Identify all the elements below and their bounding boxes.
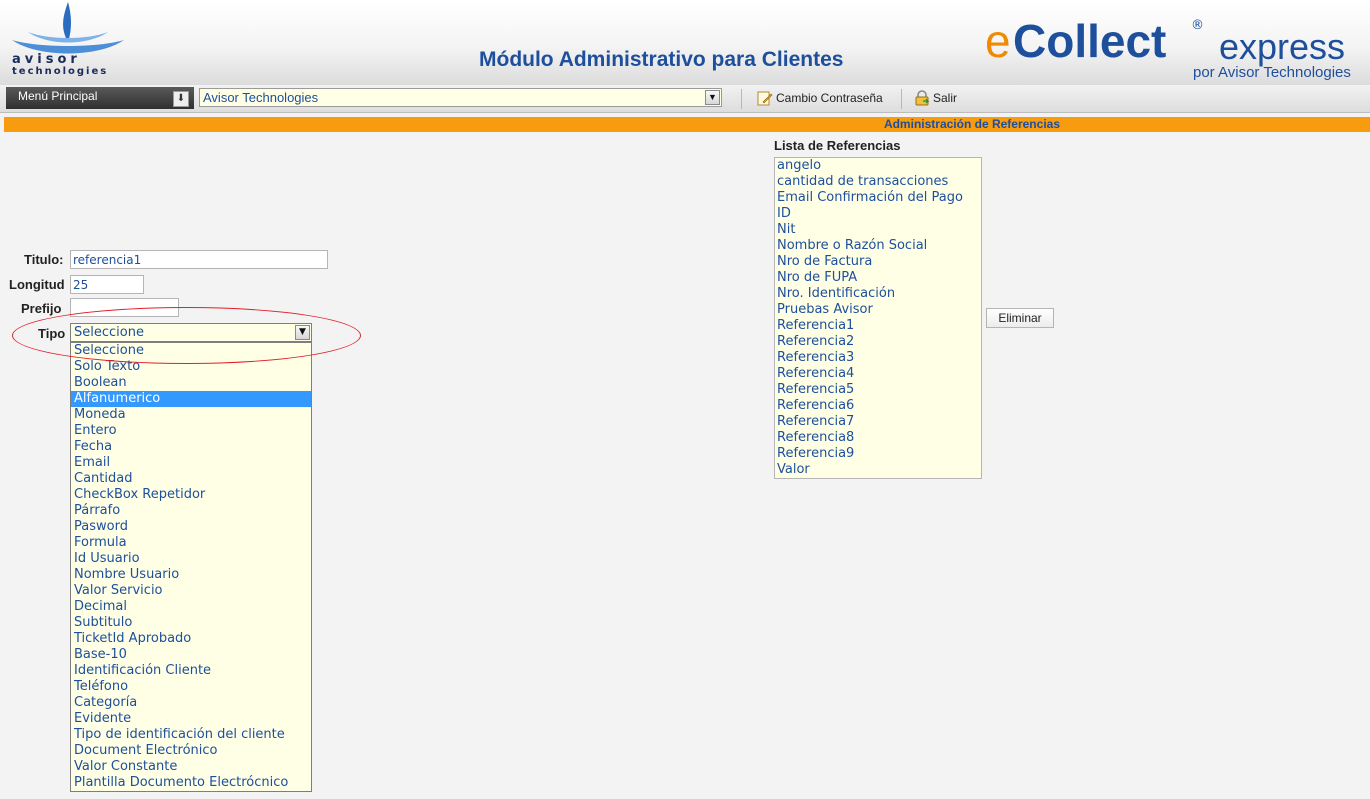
change-password-label: Cambio Contraseña — [776, 91, 883, 105]
dropdown-option[interactable]: Valor Servicio — [71, 583, 311, 599]
toolbar-divider — [901, 89, 902, 109]
brand-express: express — [1219, 26, 1346, 67]
ecollect-brand: e Collect ® express por Avisor Technolog… — [985, 14, 1355, 84]
list-item[interactable]: ID — [775, 206, 981, 222]
dropdown-option[interactable]: Document Electrónico — [71, 743, 311, 759]
page-title: Módulo Administrativo para Clientes — [479, 48, 844, 71]
section-header-bar: Administración de Referencias — [4, 117, 1370, 132]
company-select-value: Avisor Technologies — [203, 90, 319, 105]
prefijo-label: Prefijo — [21, 301, 62, 316]
brand-subtitle: por Avisor Technologies — [1193, 64, 1351, 81]
tipo-select[interactable]: Seleccione ▼ — [70, 323, 312, 342]
dropdown-option[interactable]: Párrafo — [71, 503, 311, 519]
company-select[interactable]: Avisor Technologies ▼ — [199, 88, 722, 107]
list-item[interactable]: Referencia1 — [775, 318, 981, 334]
prefijo-input[interactable] — [70, 298, 179, 317]
list-item[interactable]: Referencia2 — [775, 334, 981, 350]
logout-link[interactable]: Salir — [914, 90, 957, 106]
dropdown-option[interactable]: Plantilla Documento Electrócnico — [71, 775, 311, 791]
list-item[interactable]: Valor — [775, 462, 981, 478]
list-item[interactable]: Nro. Identificación — [775, 286, 981, 302]
dropdown-arrow-icon[interactable]: ▼ — [295, 325, 310, 340]
brand-registered: ® — [1191, 18, 1204, 33]
tipo-label: Tipo — [38, 326, 66, 341]
dropdown-option[interactable]: Categoría — [71, 695, 311, 711]
dropdown-option[interactable]: Formula — [71, 535, 311, 551]
dropdown-option[interactable]: Fecha — [71, 439, 311, 455]
longitud-label: Longitud — [9, 277, 65, 292]
dropdown-option[interactable]: Subtitulo — [71, 615, 311, 631]
brand-e: e — [985, 15, 1011, 67]
lock-icon — [915, 90, 930, 106]
change-password-link[interactable]: Cambio Contraseña — [757, 90, 883, 106]
toolbar: Menú Principal ⬇ Avisor Technologies ▼ C… — [0, 85, 1370, 113]
dropdown-option[interactable]: Base-10 — [71, 647, 311, 663]
list-item[interactable]: Referencia3 — [775, 350, 981, 366]
dropdown-option[interactable]: Tipo de identificación del cliente — [71, 727, 311, 743]
main-menu-button[interactable]: Menú Principal ⬇ — [6, 87, 194, 109]
dropdown-option[interactable]: Teléfono — [71, 679, 311, 695]
logout-label: Salir — [933, 91, 958, 105]
list-item[interactable]: Nit — [775, 222, 981, 238]
dropdown-option[interactable]: Boolean — [71, 375, 311, 391]
references-title: Lista de Referencias — [774, 138, 901, 153]
dropdown-option[interactable]: Nombre Usuario — [71, 567, 311, 583]
longitud-input[interactable] — [70, 275, 144, 294]
list-item[interactable]: Nombre o Razón Social — [775, 238, 981, 254]
delete-button[interactable]: Eliminar — [986, 308, 1054, 328]
list-item[interactable]: Pruebas Avisor — [775, 302, 981, 318]
dropdown-option[interactable]: Moneda — [71, 407, 311, 423]
list-item[interactable]: angelo — [775, 158, 981, 174]
tipo-dropdown-list[interactable]: Seleccione Solo Texto Boolean Alfanumerico M… — [70, 342, 312, 792]
dropdown-option[interactable]: Valor Constante — [71, 759, 311, 775]
dropdown-option[interactable]: Solo Texto — [71, 359, 311, 375]
list-item[interactable]: Referencia7 — [775, 414, 981, 430]
dropdown-option[interactable]: Identificación Cliente — [71, 663, 311, 679]
dropdown-option[interactable]: Alfanumerico — [71, 391, 311, 407]
tipo-select-value: Seleccione — [74, 325, 144, 340]
titulo-label: Titulo: — [24, 252, 64, 267]
edit-icon — [757, 91, 773, 106]
references-listbox[interactable]: angelo cantidad de transacciones Email Con… — [774, 157, 982, 479]
dropdown-option[interactable]: Seleccione — [71, 343, 311, 359]
list-item[interactable]: Referencia5 — [775, 382, 981, 398]
dropdown-option[interactable]: Entero — [71, 423, 311, 439]
list-item[interactable]: cantidad de transacciones — [775, 174, 981, 190]
list-item[interactable]: Referencia8 — [775, 430, 981, 446]
list-item[interactable]: Referencia6 — [775, 398, 981, 414]
list-item[interactable]: Nro de Factura — [775, 254, 981, 270]
toolbar-divider — [741, 89, 742, 109]
list-item[interactable]: Email Confirmación del Pago — [775, 190, 981, 206]
dropdown-option[interactable]: Cantidad — [71, 471, 311, 487]
dropdown-option[interactable]: TicketId Aprobado — [71, 631, 311, 647]
main-menu-label: Menú Principal — [18, 89, 98, 103]
dropdown-option[interactable]: Decimal — [71, 599, 311, 615]
dropdown-arrow-icon[interactable]: ▼ — [705, 90, 720, 105]
brand-collect: Collect — [1013, 15, 1167, 67]
dropdown-option[interactable]: Id Usuario — [71, 551, 311, 567]
page-header: avisor technologies Módulo Administrativ… — [0, 0, 1370, 86]
list-item[interactable]: Nro de FUPA — [775, 270, 981, 286]
logo-subtext: technologies — [12, 66, 109, 77]
dropdown-option[interactable]: Email — [71, 455, 311, 471]
list-item[interactable]: Referencia9 — [775, 446, 981, 462]
titulo-input[interactable] — [70, 250, 328, 269]
dropdown-option[interactable]: CheckBox Repetidor — [71, 487, 311, 503]
section-title: Administración de Referencias — [883, 117, 1060, 131]
dropdown-option[interactable]: Pasword — [71, 519, 311, 535]
chevron-down-icon[interactable]: ⬇ — [173, 91, 189, 107]
dropdown-option[interactable]: Evidente — [71, 711, 311, 727]
logo-wordmark: avisor — [12, 52, 81, 67]
list-item[interactable]: Referencia4 — [775, 366, 981, 382]
